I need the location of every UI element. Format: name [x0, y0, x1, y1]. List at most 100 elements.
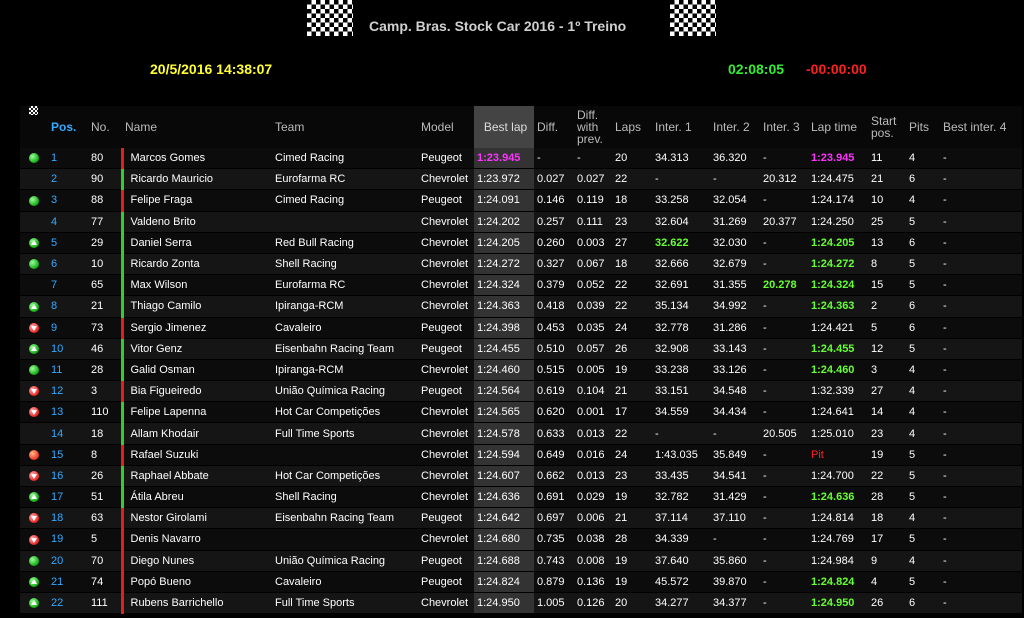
table-row[interactable]: 18 63 Nestor Girolami Eisenbahn Racing Team…	[20, 507, 1022, 530]
status-cell	[20, 380, 48, 403]
table-row[interactable]: 9 73 Sergio Jimenez Cavaleiro Peugeot 1:24.39…	[20, 317, 1022, 339]
table-row[interactable]: 7 65 Max Wilson Eurofarma RC Chevrolet 1:24.3…	[20, 106, 1022, 297]
diff-prev-cell: 0.003	[574, 232, 612, 254]
diff-cell: 0.327	[534, 253, 574, 276]
diff-cell: 0.510	[534, 338, 574, 360]
inter3-cell: -	[760, 592, 808, 615]
col-diff-header[interactable]: Diff.	[534, 106, 574, 148]
col-pos-header[interactable]: Pos.	[48, 106, 88, 148]
diff-cell: 0.697	[534, 507, 574, 530]
lap-time-cell: 1:25.010	[808, 422, 868, 445]
col-diff-prev-header[interactable]: Diff. with prev.	[574, 106, 612, 148]
best-inter4-cell: -	[940, 359, 1022, 382]
col-start-pos-header[interactable]: Start pos.	[868, 106, 906, 148]
col-lap-time-header[interactable]: Lap time	[808, 106, 868, 148]
model-cell: Chevrolet	[418, 295, 474, 318]
driver-name-cell: Ricardo Zonta	[120, 253, 272, 276]
inter3-cell: -	[760, 148, 808, 170]
inter3-cell: -	[760, 317, 808, 339]
col-no-header[interactable]: No.	[88, 106, 122, 148]
session-remaining-time: -00:00:00	[806, 61, 867, 77]
model-cell: Chevrolet	[418, 274, 474, 297]
position-cell: 9	[48, 317, 88, 339]
col-name-header[interactable]: Name	[122, 106, 272, 148]
col-pits-header[interactable]: Pits	[906, 106, 940, 148]
team-cell: Shell Racing	[272, 486, 418, 509]
position-cell: 6	[48, 253, 88, 276]
car-number-cell: 74	[88, 571, 122, 593]
table-row[interactable]: 19 5 Denis Navarro Chevrolet 1:24.680 0.735 0.…	[20, 528, 1022, 551]
team-cell: Hot Car Competições	[272, 465, 418, 488]
col-laps-header[interactable]: Laps	[612, 106, 652, 148]
inter1-cell: 32.622	[652, 232, 710, 254]
table-row[interactable]: 22 111 Rubens Barrichello Full Time Sports C…	[20, 592, 1022, 615]
table-row[interactable]: 1 80 Marcos Gomes Cimed Racing Peugeot 1:23.9…	[20, 148, 1022, 170]
col-inter1-header[interactable]: Inter. 1	[652, 106, 710, 148]
inter3-cell: -	[760, 359, 808, 382]
inter2-cell: -	[710, 422, 760, 445]
inter3-cell: -	[760, 338, 808, 360]
table-row[interactable]: 5 29 Daniel Serra Red Bull Racing Chevrolet 1…	[20, 232, 1022, 254]
laps-cell: 26	[612, 338, 652, 360]
inter3-cell: -	[760, 253, 808, 276]
inter2-cell: 37.110	[710, 507, 760, 530]
laps-cell: 19	[612, 550, 652, 572]
table-row[interactable]: 16 26 Raphael Abbate Hot Car Competições Che…	[20, 465, 1022, 488]
inter2-cell: 35.849	[710, 444, 760, 466]
car-number-cell: 28	[88, 359, 122, 382]
col-inter2-header[interactable]: Inter. 2	[710, 106, 760, 148]
table-row[interactable]: 15 8 Rafael Suzuki Chevrolet 1:24.594 0.649 0.…	[20, 444, 1022, 466]
start-pos-cell: 21	[868, 168, 906, 191]
col-best-lap-header[interactable]: Best lap	[474, 106, 534, 148]
table-row[interactable]: 6 10 Ricardo Zonta Shell Racing Chevrolet 1:2…	[20, 253, 1022, 276]
inter1-cell: 32.782	[652, 486, 710, 509]
table-row[interactable]: 4 77 Valdeno Brito Chevrolet 1:24.202 0.257 0.…	[20, 106, 1022, 233]
inter2-cell: 33.143	[710, 338, 760, 360]
table-row[interactable]: 21 74 Popó Bueno Cavaleiro Peugeot 1:24.824 0.…	[20, 571, 1022, 593]
table-row[interactable]: 20 70 Diego Nunes União Química Racing Peuge…	[20, 550, 1022, 572]
best-lap-cell: 1:24.091	[474, 189, 534, 212]
table-row[interactable]: 12 3 Bia Figueiredo União Química Racing Peu…	[20, 380, 1022, 403]
status-cell	[20, 592, 48, 615]
position-cell: 14	[48, 422, 88, 445]
table-row[interactable]: 3 88 Felipe Fraga Cimed Racing Peugeot 1:24.0…	[20, 189, 1022, 212]
status-cell	[20, 444, 48, 466]
table-row[interactable]: 2 90 Ricardo Mauricio Eurofarma RC Chevrolet…	[20, 106, 1022, 191]
green-up-arrow-icon	[29, 598, 39, 609]
pits-cell: 4	[906, 148, 940, 170]
inter3-cell: -	[760, 550, 808, 572]
driver-name-cell: Daniel Serra	[120, 232, 272, 254]
start-pos-cell: 26	[868, 592, 906, 615]
col-model-header[interactable]: Model	[418, 106, 474, 148]
col-inter3-header[interactable]: Inter. 3	[760, 106, 808, 148]
best-inter4-cell: -	[940, 550, 1022, 572]
start-pos-cell: 15	[868, 274, 906, 297]
model-cell: Chevrolet	[418, 528, 474, 551]
red-down-arrow-icon	[29, 386, 39, 397]
table-row[interactable]: 8 21 Thiago Camilo Ipiranga-RCM Chevrolet 1:2…	[20, 295, 1022, 318]
inter2-cell: 39.870	[710, 571, 760, 593]
laps-cell: 21	[612, 380, 652, 403]
diff-prev-cell: 0.035	[574, 317, 612, 339]
diff-prev-cell: 0.027	[574, 168, 612, 191]
diff-prev-cell: 0.016	[574, 444, 612, 466]
table-row[interactable]: 10 46 Vitor Genz Eisenbahn Racing Team Peuge…	[20, 338, 1022, 360]
table-row[interactable]: 17 51 Átila Abreu Shell Racing Chevrolet 1:24…	[20, 486, 1022, 509]
car-number-cell: 3	[88, 380, 122, 403]
best-inter4-cell: -	[940, 211, 1022, 233]
position-cell: 15	[48, 444, 88, 466]
table-row[interactable]: 14 18 Allam Khodair Full Time Sports Chevrol…	[20, 106, 1022, 445]
col-team-header[interactable]: Team	[272, 106, 418, 148]
driver-name-cell: Bia Figueiredo	[120, 380, 272, 403]
inter3-cell: 20.505	[760, 422, 808, 445]
driver-name-cell: Denis Navarro	[120, 528, 272, 551]
team-cell: Shell Racing	[272, 253, 418, 276]
inter3-cell: -	[760, 571, 808, 593]
table-row[interactable]: 13 110 Felipe Lapenna Hot Car Competições Ch…	[20, 401, 1022, 424]
start-pos-cell: 13	[868, 232, 906, 254]
laps-cell: 20	[612, 592, 652, 615]
diff-prev-cell: 0.067	[574, 253, 612, 276]
table-row[interactable]: 11 28 Galid Osman Ipiranga-RCM Chevrolet 1:24…	[20, 359, 1022, 382]
col-best-inter4-header[interactable]: Best inter. 4	[940, 106, 1022, 148]
laps-cell: 18	[612, 253, 652, 276]
